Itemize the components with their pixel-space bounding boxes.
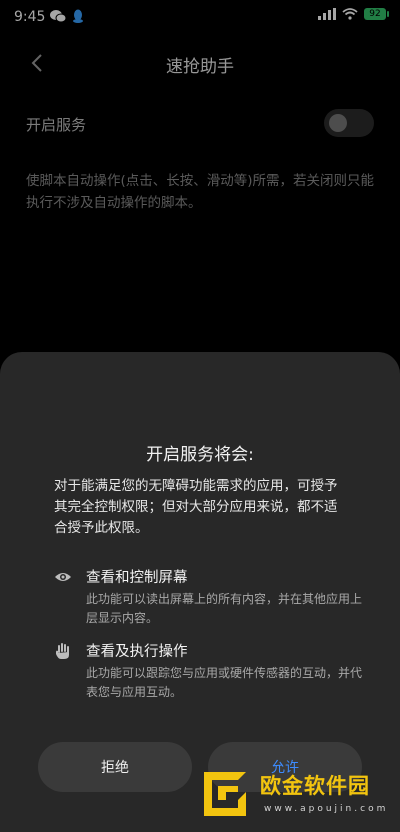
watermark-brand: 欧金软件园 (260, 774, 370, 798)
hand-icon (56, 643, 69, 659)
permission-title: 查看及执行操作 (86, 644, 188, 660)
permission-dialog: 开启服务将会: 对于能满足您的无障碍功能需求的应用，可授予其完全控制权限；但对大… (0, 352, 400, 832)
watermark-logo (204, 772, 246, 816)
watermark: 欧金软件园 www.apoujin.com (198, 764, 398, 828)
dialog-body: 对于能满足您的无障碍功能需求的应用，可授予其完全控制权限；但对大部分应用来说，都… (54, 478, 338, 536)
watermark-url: www.apoujin.com (264, 804, 389, 814)
permission-desc: 此功能可以读出屏幕上的所有内容，并在其他应用上层显示内容。 (86, 592, 363, 625)
reject-button[interactable]: 拒绝 (38, 742, 192, 792)
eye-icon (55, 573, 71, 581)
permission-desc: 此功能可以跟踪您与应用或硬件传感器的互动，并代表您与应用互动。 (86, 666, 363, 699)
dialog-title: 开启服务将会: (146, 445, 254, 465)
permission-title: 查看和控制屏幕 (86, 570, 188, 586)
